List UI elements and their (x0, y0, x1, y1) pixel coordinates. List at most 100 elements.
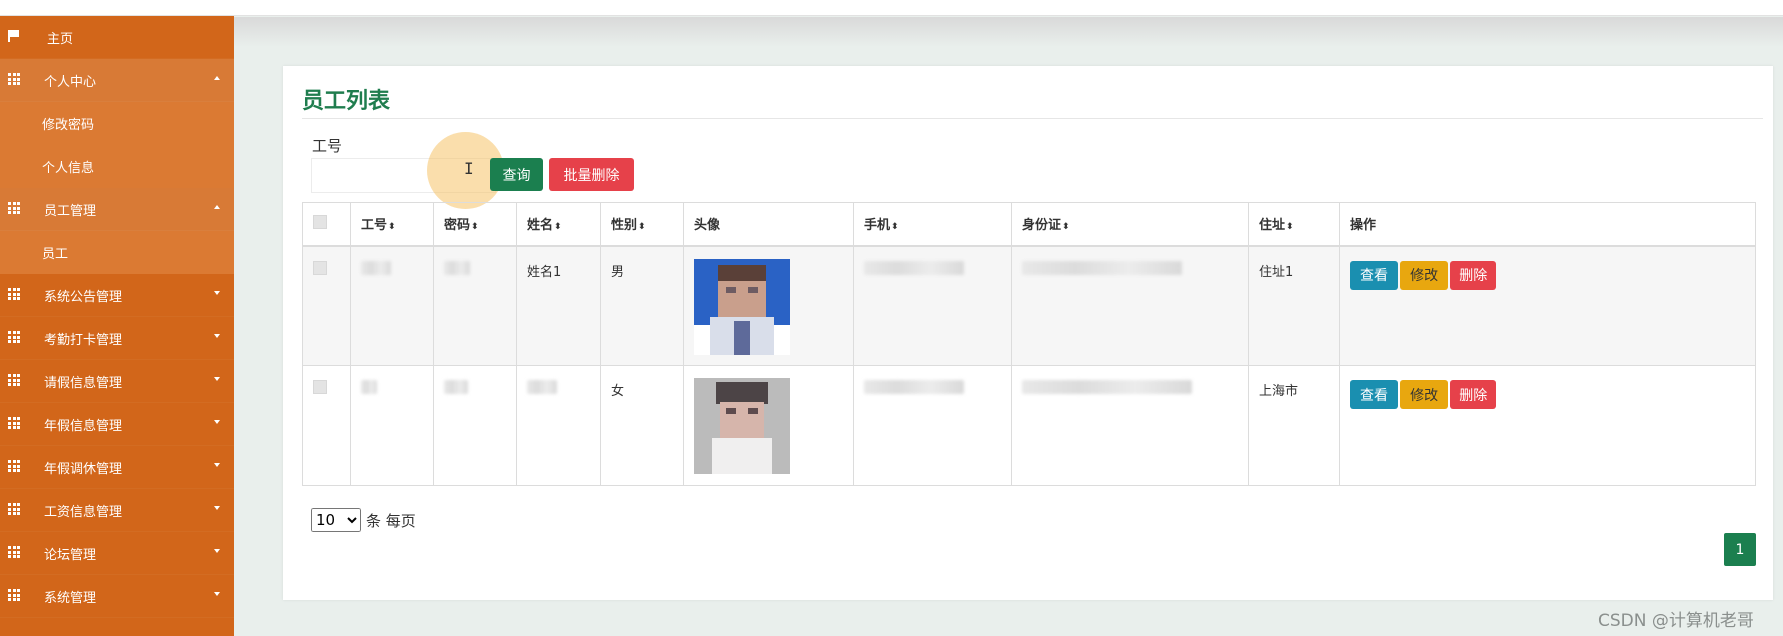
column-header[interactable]: 性别⬍ (600, 202, 684, 247)
sort-icon: ⬍ (1286, 222, 1294, 233)
edit-button[interactable]: 修改 (1400, 380, 1449, 409)
sidebar-subitem-change-password[interactable]: 修改密码 (0, 102, 234, 145)
sidebar-item-label: 系统管理 (44, 590, 97, 606)
delete-button[interactable]: 删除 (1450, 260, 1497, 290)
sort-icon: ⬍ (891, 222, 899, 233)
sidebar: 主页 个人中心 修改密码 个人信息 员工管理 员工 系统公告管理 考勤打卡管理 … (0, 16, 234, 636)
sidebar-subitem-employee[interactable]: 员工 (0, 231, 234, 274)
header-shadow (234, 17, 1783, 47)
column-header[interactable]: 姓名⬍ (516, 202, 601, 247)
column-header[interactable]: 工号⬍ (350, 202, 434, 247)
cell-avatar (683, 245, 854, 366)
watermark: CSDN @计算机老哥 (1598, 611, 1754, 631)
chevron-up-icon (214, 205, 220, 209)
sidebar-item-employee-mgmt[interactable]: 员工管理 (0, 188, 234, 231)
chevron-down-icon (214, 592, 220, 596)
delete-button[interactable]: 删除 (1450, 380, 1497, 409)
sidebar-item-home[interactable]: 主页 (0, 16, 234, 59)
grid-icon (8, 589, 20, 601)
chevron-down-icon (214, 506, 220, 510)
cell-password (433, 245, 517, 366)
column-header[interactable]: 手机⬍ (853, 202, 1012, 247)
page-size-control: 10 条 每页 (311, 508, 416, 532)
submenu-employee-mgmt: 员工 (0, 231, 234, 274)
sidebar-item-leave[interactable]: 请假信息管理 (0, 360, 234, 403)
view-button[interactable]: 查看 (1350, 380, 1398, 409)
chevron-down-icon (214, 463, 220, 467)
page-size-select[interactable]: 10 (311, 508, 361, 532)
submenu-personal-center: 修改密码 个人信息 (0, 102, 234, 188)
query-button[interactable]: 查询 (490, 158, 543, 191)
sidebar-item-system[interactable]: 系统管理 (0, 575, 234, 618)
employee-list-card: 员工列表 工号 I 查询 批量删除 工号⬍ 密码⬍ 姓名⬍ 性别⬍ 头像 手机⬍… (283, 66, 1773, 600)
chevron-down-icon (214, 377, 220, 381)
search-label: 工号 (312, 137, 343, 155)
grid-icon (8, 460, 20, 472)
sort-icon: ⬍ (388, 222, 396, 233)
sidebar-item-annual-leave-swap[interactable]: 年假调休管理 (0, 446, 234, 489)
grid-icon (8, 546, 20, 558)
sort-icon: ⬍ (554, 222, 562, 233)
row-checkbox[interactable] (313, 380, 327, 394)
sidebar-item-label: 系统公告管理 (44, 289, 123, 305)
sidebar-item-salary[interactable]: 工资信息管理 (0, 489, 234, 532)
batch-delete-button[interactable]: 批量删除 (549, 158, 634, 191)
cell-address: 上海市 (1248, 365, 1340, 486)
grid-icon (8, 288, 20, 300)
sidebar-item-attendance[interactable]: 考勤打卡管理 (0, 317, 234, 360)
chevron-up-icon (214, 76, 220, 80)
sidebar-item-label: 工资信息管理 (44, 504, 123, 520)
row-select-cell[interactable] (302, 365, 351, 486)
cell-phone (853, 245, 1012, 366)
row-checkbox[interactable] (313, 260, 327, 275)
sidebar-item-label: 论坛管理 (44, 547, 97, 563)
view-button[interactable]: 查看 (1350, 260, 1398, 290)
employee-table: 工号⬍ 密码⬍ 姓名⬍ 性别⬍ 头像 手机⬍ 身份证⬍ 住址⬍ 操作 姓名1 男 (302, 202, 1756, 486)
sidebar-item-annual-leave[interactable]: 年假信息管理 (0, 403, 234, 446)
sidebar-item-label: 请假信息管理 (44, 375, 123, 391)
grid-icon (8, 331, 20, 343)
sidebar-item-personal-center[interactable]: 个人中心 (0, 59, 234, 102)
table-row: 姓名1 男 住址1 查看 修改 删除 (302, 245, 1756, 366)
chevron-down-icon (214, 334, 220, 338)
flag-icon (8, 30, 20, 42)
sidebar-item-label: 考勤打卡管理 (44, 332, 123, 348)
cell-address: 住址1 (1248, 245, 1340, 366)
cell-password (433, 365, 517, 486)
cell-gender: 男 (600, 245, 684, 366)
chevron-down-icon (214, 420, 220, 424)
sort-icon: ⬍ (1062, 222, 1070, 233)
cell-employee-id (350, 245, 434, 366)
cell-name (516, 365, 601, 486)
sidebar-subitem-personal-info[interactable]: 个人信息 (0, 145, 234, 188)
column-header[interactable]: 身份证⬍ (1011, 202, 1249, 247)
avatar (694, 378, 790, 474)
cell-name: 姓名1 (516, 245, 601, 366)
edit-button[interactable]: 修改 (1400, 260, 1449, 290)
pagination-page-1[interactable]: 1 (1724, 533, 1756, 566)
sidebar-item-label: 员工管理 (44, 203, 97, 219)
sidebar-item-label: 年假信息管理 (44, 418, 123, 434)
top-bar (0, 0, 1783, 16)
sidebar-item-label: 年假调休管理 (44, 461, 123, 477)
column-header: 操作 (1339, 202, 1756, 247)
sidebar-item-label: 个人中心 (44, 74, 97, 90)
text-cursor-icon: I (464, 159, 474, 178)
grid-icon (8, 73, 20, 85)
row-select-cell[interactable] (302, 245, 351, 366)
cell-gender: 女 (600, 365, 684, 486)
cell-avatar (683, 365, 854, 486)
cell-id-card (1011, 245, 1249, 366)
header-select-all[interactable] (302, 202, 351, 247)
cell-actions: 查看 修改 删除 (1339, 365, 1756, 486)
column-header[interactable]: 密码⬍ (433, 202, 517, 247)
column-header[interactable]: 住址⬍ (1248, 202, 1340, 247)
column-header: 头像 (683, 202, 854, 247)
sidebar-item-forum[interactable]: 论坛管理 (0, 532, 234, 575)
avatar (694, 258, 790, 355)
sidebar-item-label: 主页 (47, 31, 74, 47)
sidebar-item-announcements[interactable]: 系统公告管理 (0, 274, 234, 317)
select-all-checkbox[interactable] (313, 214, 327, 229)
table-row: 女 上海市 查看 修改 删除 (302, 365, 1756, 486)
divider (302, 118, 1763, 119)
